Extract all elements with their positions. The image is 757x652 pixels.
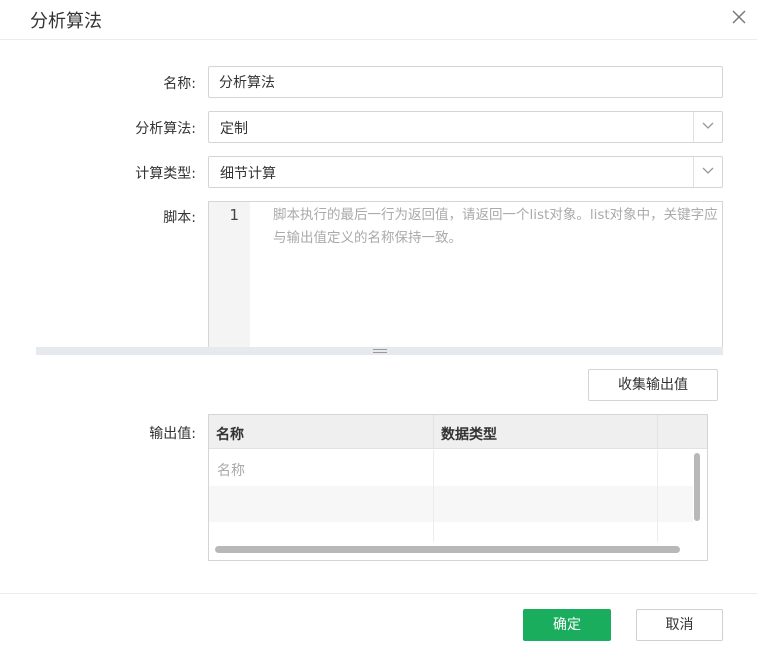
dialog-title: 分析算法 bbox=[30, 11, 102, 32]
table-row[interactable]: 名称 bbox=[209, 450, 693, 486]
column-divider bbox=[433, 450, 434, 542]
algorithm-label: 分析算法: bbox=[135, 121, 196, 137]
script-label: 脚本: bbox=[163, 210, 196, 226]
output-label: 输出值: bbox=[149, 426, 196, 442]
editor-resize-handle[interactable] bbox=[36, 347, 723, 355]
column-divider bbox=[657, 415, 658, 449]
name-cell-placeholder: 名称 bbox=[217, 463, 245, 479]
table-row[interactable] bbox=[209, 522, 693, 542]
drag-grip-icon bbox=[373, 349, 387, 353]
column-header-data-type: 数据类型 bbox=[441, 427, 497, 443]
cancel-button[interactable]: 取消 bbox=[636, 609, 723, 641]
algorithm-dropdown-toggle[interactable] bbox=[693, 112, 722, 142]
chevron-down-icon bbox=[702, 122, 714, 129]
collect-output-button[interactable]: 收集输出值 bbox=[588, 369, 718, 401]
line-number: 1 bbox=[229, 206, 239, 224]
calc-type-dropdown-toggle[interactable] bbox=[693, 157, 722, 187]
script-editor[interactable]: 1 脚本执行的最后一行为返回值，请返回一个list对象。list对象中，关键字应… bbox=[208, 201, 723, 348]
output-table: 名称 数据类型 名称 bbox=[208, 414, 708, 561]
vertical-scrollbar[interactable] bbox=[694, 453, 700, 521]
output-table-header: 名称 数据类型 bbox=[209, 415, 707, 449]
algorithm-select[interactable]: 定制 bbox=[208, 111, 723, 143]
ok-button[interactable]: 确定 bbox=[523, 609, 611, 641]
dialog-header: 分析算法 bbox=[0, 0, 757, 40]
column-divider bbox=[657, 450, 658, 542]
script-placeholder: 脚本执行的最后一行为返回值，请返回一个list对象。list对象中，关键字应与输… bbox=[273, 207, 718, 246]
column-divider bbox=[433, 415, 434, 449]
close-icon[interactable] bbox=[730, 8, 748, 26]
horizontal-scrollbar[interactable] bbox=[215, 546, 680, 553]
name-input[interactable] bbox=[208, 66, 723, 98]
column-header-name: 名称 bbox=[216, 427, 244, 443]
chevron-down-icon bbox=[702, 167, 714, 174]
calc-type-label: 计算类型: bbox=[135, 166, 196, 182]
footer-divider bbox=[0, 593, 757, 594]
calc-type-select[interactable]: 细节计算 bbox=[208, 156, 723, 188]
table-row[interactable] bbox=[209, 486, 693, 522]
script-editor-gutter: 1 bbox=[209, 202, 250, 347]
name-label: 名称: bbox=[163, 76, 196, 92]
algorithm-select-value: 定制 bbox=[220, 121, 248, 137]
analysis-algorithm-dialog: 分析算法 名称: 分析算法: 定制 计算类型: 细节计算 脚本: bbox=[0, 0, 757, 652]
calc-type-select-value: 细节计算 bbox=[220, 166, 276, 182]
